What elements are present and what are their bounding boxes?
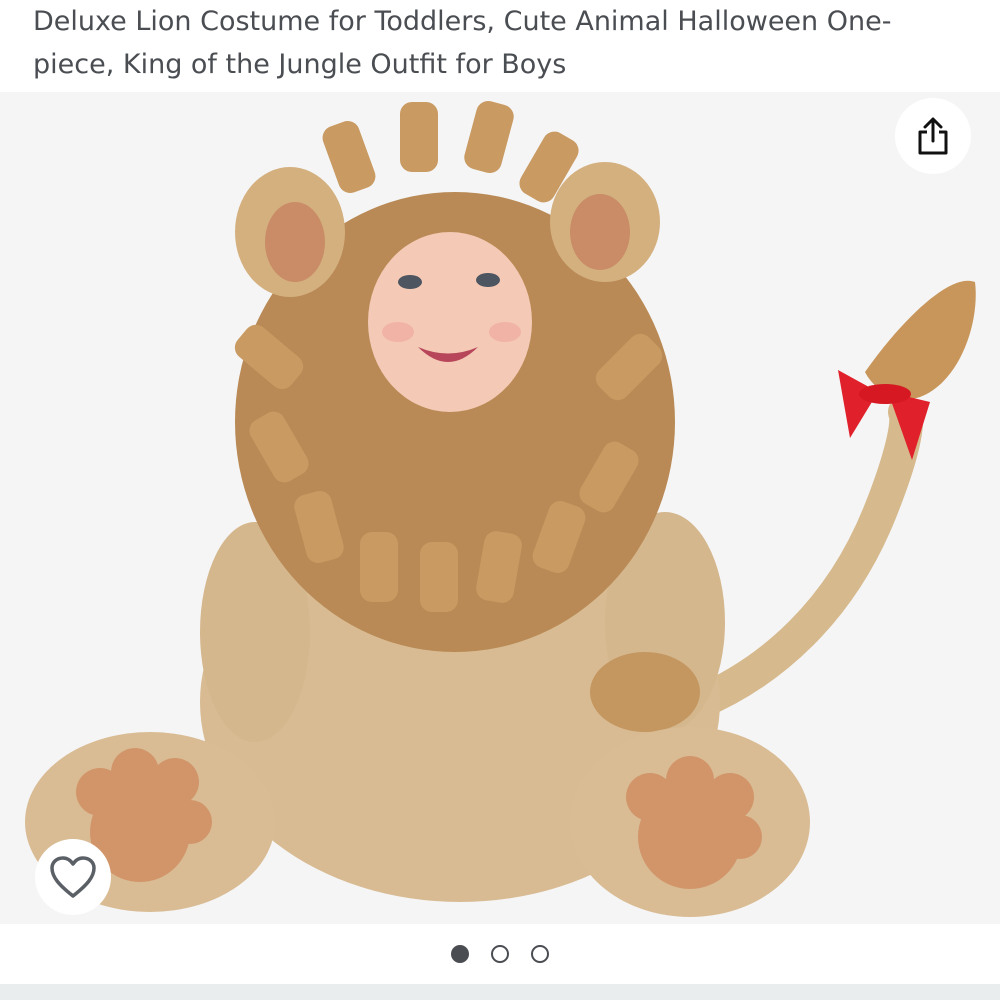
product-image[interactable] xyxy=(0,92,1000,924)
carousel-dot-1[interactable] xyxy=(451,945,469,963)
share-button[interactable] xyxy=(895,98,971,174)
product-title: Deluxe Lion Costume for Toddlers, Cute A… xyxy=(33,6,892,80)
product-detail-page: Deluxe Lion Costume for Toddlers, Cute A… xyxy=(0,0,1000,1000)
product-image-carousel[interactable] xyxy=(0,92,1000,924)
carousel-dot-2[interactable] xyxy=(491,945,509,963)
wishlist-button[interactable] xyxy=(35,839,111,915)
carousel-dot-3[interactable] xyxy=(531,945,549,963)
carousel-dots xyxy=(0,924,1000,984)
share-icon xyxy=(918,117,948,155)
section-divider xyxy=(0,984,1000,1000)
heart-outline-icon xyxy=(50,856,96,898)
